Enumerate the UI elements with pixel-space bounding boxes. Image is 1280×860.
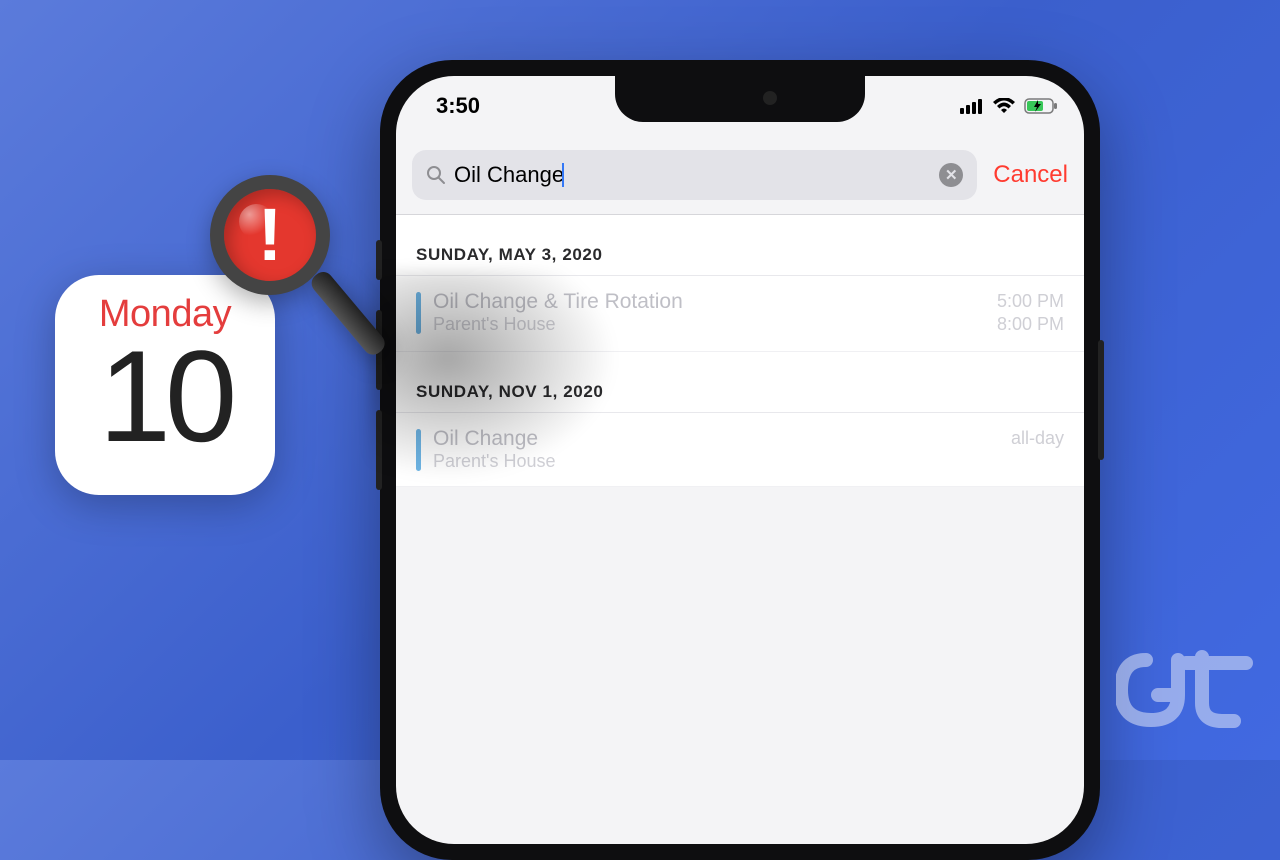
search-results: SUNDAY, MAY 3, 2020 Oil Change & Tire Ro… xyxy=(396,215,1084,487)
cellular-icon xyxy=(960,98,984,114)
event-title: Oil Change xyxy=(433,427,999,451)
clear-search-icon[interactable]: ✕ xyxy=(939,163,963,187)
phone-notch xyxy=(615,76,865,122)
phone-screen: 3:50 Oil Change ✕ Cancel S xyxy=(396,76,1084,844)
event-title: Oil Change & Tire Rotation xyxy=(433,290,985,314)
section-header: SUNDAY, MAY 3, 2020 xyxy=(396,215,1084,276)
event-color-bar xyxy=(416,429,421,471)
wifi-icon xyxy=(992,98,1016,114)
error-magnifier-icon: ! xyxy=(210,175,370,375)
search-bar-container: Oil Change ✕ Cancel xyxy=(396,144,1084,215)
status-time: 3:50 xyxy=(436,93,480,119)
search-field[interactable]: Oil Change ✕ xyxy=(412,150,977,200)
battery-charging-icon xyxy=(1024,98,1058,114)
event-color-bar xyxy=(416,292,421,334)
status-indicators xyxy=(960,98,1058,114)
event-row[interactable]: Oil Change & Tire Rotation Parent's Hous… xyxy=(396,276,1084,352)
event-row[interactable]: Oil Change Parent's House all-day xyxy=(396,413,1084,487)
search-input-text[interactable]: Oil Change xyxy=(454,162,564,188)
event-time: 5:00 PM 8:00 PM xyxy=(997,290,1064,337)
gt-logo-watermark xyxy=(1116,645,1256,740)
event-time: all-day xyxy=(1011,427,1064,450)
section-header: SUNDAY, NOV 1, 2020 xyxy=(396,352,1084,413)
event-location: Parent's House xyxy=(433,314,985,335)
cancel-button[interactable]: Cancel xyxy=(977,161,1068,189)
event-location: Parent's House xyxy=(433,451,999,472)
search-icon xyxy=(426,165,446,185)
phone-frame: 3:50 Oil Change ✕ Cancel S xyxy=(380,60,1100,860)
